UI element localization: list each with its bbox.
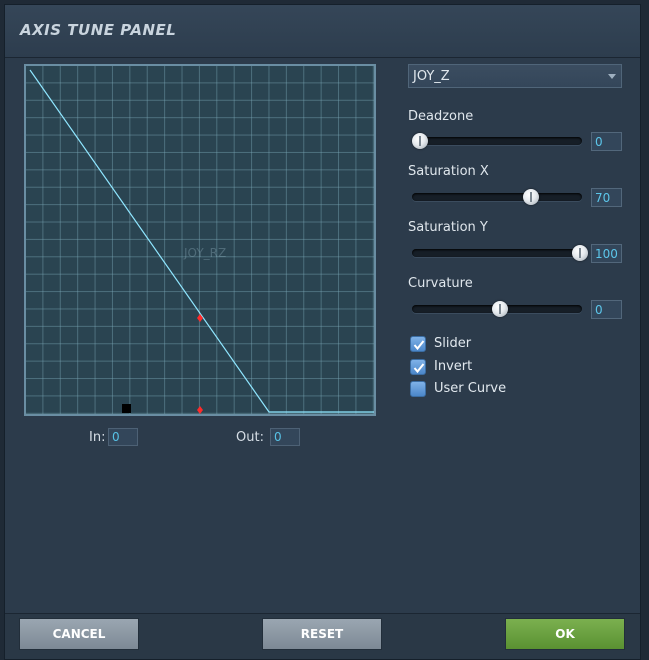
saturation-x-value-field[interactable]: 70 <box>591 188 622 207</box>
current-position-marker <box>197 314 203 322</box>
checkmark-icon <box>413 340 425 351</box>
ok-button[interactable]: OK <box>505 618 625 650</box>
saturation-y-slider-track[interactable] <box>412 249 582 257</box>
out-value-field[interactable]: 0 <box>270 428 300 446</box>
axis-curve-graph[interactable]: JOY_RZ <box>24 64 376 416</box>
in-label: In: <box>89 430 106 445</box>
deadzone-marker <box>122 404 131 413</box>
curvature-slider-thumb[interactable] <box>492 301 508 317</box>
saturation-x-label: Saturation X <box>408 164 489 179</box>
user-curve-checkbox[interactable] <box>410 381 426 397</box>
reset-button[interactable]: RESET <box>262 618 382 650</box>
checkmark-icon <box>413 363 425 374</box>
slider-checkbox-label: Slider <box>434 336 472 351</box>
saturation-y-value-field[interactable]: 100 <box>591 244 622 263</box>
in-value-field[interactable]: 0 <box>108 428 138 446</box>
cancel-button[interactable]: CANCEL <box>19 618 139 650</box>
saturation-x-slider-track[interactable] <box>412 193 582 201</box>
title-bar: AXIS TUNE PANEL <box>5 5 640 58</box>
curve-svg <box>29 69 374 414</box>
dialog-title: AXIS TUNE PANEL <box>20 21 177 39</box>
saturation-x-slider-thumb[interactable] <box>523 189 539 205</box>
curvature-label: Curvature <box>408 276 473 291</box>
chevron-down-icon <box>608 74 616 79</box>
axis-select-dropdown[interactable]: JOY_Z <box>408 64 622 88</box>
response-curve <box>29 69 374 413</box>
invert-checkbox[interactable] <box>410 359 426 375</box>
out-label: Out: <box>236 430 264 445</box>
deadzone-slider-thumb[interactable] <box>412 133 428 149</box>
deadzone-label: Deadzone <box>408 109 474 124</box>
saturation-y-label: Saturation Y <box>408 220 488 235</box>
saturation-y-slider-thumb[interactable] <box>572 245 588 261</box>
invert-checkbox-label: Invert <box>434 359 473 374</box>
axis-select-value: JOY_Z <box>413 69 450 84</box>
input-position-marker <box>197 406 203 414</box>
deadzone-value-field[interactable]: 0 <box>591 132 622 151</box>
deadzone-slider-track[interactable] <box>412 137 582 145</box>
curvature-value-field[interactable]: 0 <box>591 300 622 319</box>
slider-checkbox[interactable] <box>410 336 426 352</box>
user-curve-checkbox-label: User Curve <box>434 381 507 396</box>
